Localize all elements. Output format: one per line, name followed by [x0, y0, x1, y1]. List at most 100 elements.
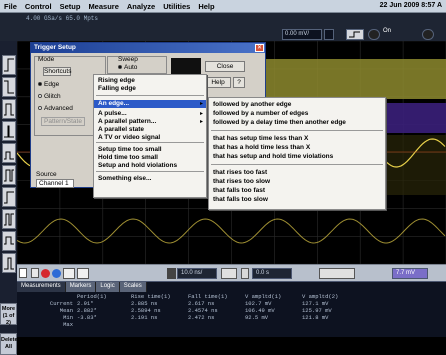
measurement-cell: 121.8 mV: [302, 314, 329, 321]
sidebar-button-rising[interactable]: [2, 55, 16, 75]
whats-this-button[interactable]: ?: [233, 77, 245, 88]
close-button[interactable]: Close: [205, 61, 245, 72]
trigger-menu-item[interactable]: Falling edge: [94, 85, 206, 93]
source-label: Source: [36, 171, 57, 178]
menu-help[interactable]: Help: [198, 2, 214, 11]
trigger-menu-item[interactable]: Something else...: [94, 175, 206, 183]
trigger-menu-item[interactable]: A parallel pattern...: [94, 118, 206, 126]
source-select[interactable]: Channel 1: [36, 179, 74, 188]
sidebar-button-window[interactable]: [2, 231, 16, 251]
mode-advanced-radio[interactable]: Advanced: [38, 105, 73, 112]
sweep-group: Sweep Auto: [107, 56, 167, 74]
edge-submenu-item[interactable]: followed by another edge: [209, 101, 385, 109]
reference-value-field[interactable]: 7.7 mV: [392, 268, 428, 279]
measurement-cell: Min: [63, 314, 73, 321]
menu-bar: File Control Setup Measure Analyze Utili…: [0, 0, 446, 13]
menu-utilities[interactable]: Utilities: [163, 2, 190, 11]
trigger-menu-item[interactable]: Rising edge: [94, 77, 206, 85]
window-icon: [4, 236, 14, 245]
scale-field[interactable]: 0.00 mV/: [282, 29, 322, 40]
edge-submenu-item[interactable]: that has a hold time less than X: [209, 144, 385, 152]
delete-all-button[interactable]: Delete All: [0, 333, 18, 355]
shortcuts-button[interactable]: Shortcuts: [43, 67, 71, 76]
edge-submenu-item[interactable]: that rises too fast: [209, 169, 385, 177]
trigger-level-knob[interactable]: [368, 29, 380, 40]
edge-submenu-item[interactable]: that has setup time less than X: [209, 135, 385, 143]
edge-submenu-item[interactable]: that rises too slow: [209, 178, 385, 186]
sidebar-button-pulse[interactable]: [2, 99, 16, 119]
radio-dot-icon: [38, 94, 42, 99]
trigger-menu-item[interactable]: Setup and hold violations: [94, 162, 206, 170]
trigger-menu-item[interactable]: A parallel state: [94, 126, 206, 134]
sidebar-button-timeout[interactable]: [2, 187, 16, 207]
navigation-stepper[interactable]: [319, 268, 355, 279]
measurement-row: Max: [37, 321, 359, 328]
timeout-icon: [4, 191, 14, 204]
measurement-cell: [131, 321, 188, 328]
sidebar-button-falling[interactable]: [2, 77, 16, 97]
sidebar-button-pattern[interactable]: [2, 209, 16, 229]
channel2-waveform: [17, 218, 446, 244]
sweep-auto-radio[interactable]: Auto: [118, 64, 137, 71]
sweep-label: Sweep: [118, 56, 138, 63]
edge-submenu-item[interactable]: that has setup and hold time violations: [209, 153, 385, 161]
measurement-cell: 102.7 mV: [245, 300, 272, 307]
mode-edge-radio[interactable]: Edge: [38, 81, 59, 88]
channel-dot-icon[interactable]: [52, 269, 61, 278]
mode-edge-label: Edge: [44, 81, 60, 88]
measurement-cell: [37, 293, 77, 300]
tab-logic[interactable]: Logic: [96, 282, 120, 292]
measurement-cell: 2.91*: [77, 300, 94, 307]
glitch-icon: [4, 125, 14, 138]
measurement-cell: V ampltd(2): [302, 293, 339, 300]
edge-submenu-item[interactable]: followed by a delay time then another ed…: [209, 119, 385, 127]
autoscale-icon[interactable]: [63, 268, 75, 279]
measurement-cell: 2.882*: [77, 307, 97, 314]
menu-measure[interactable]: Measure: [88, 2, 118, 11]
measurement-cell: 2.5894 ns: [131, 307, 161, 314]
sidebar-button-runt[interactable]: [2, 143, 16, 163]
tab-measurements[interactable]: Measurements: [17, 282, 66, 292]
record-icon[interactable]: [41, 269, 50, 278]
horizontal-scale-field[interactable]: 10.0 ns/: [177, 268, 217, 279]
menu-file[interactable]: File: [4, 2, 17, 11]
trigger-menu-item[interactable]: A pulse...: [94, 110, 206, 118]
measurement-cell: [245, 321, 302, 328]
trigger-icon-button[interactable]: [346, 29, 364, 40]
sidebar-button-glitch[interactable]: [2, 121, 16, 141]
measurement-row: Period(1) Rise time(1) Fall time(1) V amplt…: [37, 293, 359, 300]
run-stop-knob[interactable]: [422, 29, 434, 40]
measurement-cell: 2.472 ns: [188, 314, 215, 321]
measurement-row: Min -3.83* 2.191 ns 2.472 ns 92.5 mV 121.8 mV: [37, 314, 359, 321]
horizontal-stepper[interactable]: [221, 268, 237, 279]
edge-submenu-item[interactable]: that falls too fast: [209, 187, 385, 195]
menu-separator: [96, 95, 204, 96]
zoom-button[interactable]: [31, 268, 39, 278]
dialog-title: Trigger Setup: [31, 43, 265, 53]
edge-submenu-item[interactable]: that falls too slow: [209, 196, 385, 204]
dialog-close-button[interactable]: ✕: [255, 44, 264, 52]
more-button[interactable]: More (1 of 2): [0, 303, 17, 326]
sidebar-button-state[interactable]: [2, 253, 16, 273]
scale-readout: 0.00 mV/: [285, 31, 310, 37]
help-button[interactable]: Help: [205, 77, 231, 88]
tab-markers[interactable]: Markers: [65, 282, 97, 292]
trigger-menu-item[interactable]: Setup time too small: [94, 146, 206, 154]
menu-analyze[interactable]: Analyze: [127, 2, 155, 11]
submenu-arrow-icon: ▸: [199, 111, 203, 117]
measurement-cell: 2.885 ns: [131, 300, 158, 307]
trigger-menu-item[interactable]: Hold time too small: [94, 154, 206, 162]
t-marker-button[interactable]: [19, 268, 27, 278]
measurement-cell: Max: [63, 321, 73, 328]
menu-setup[interactable]: Setup: [60, 2, 81, 11]
edge-submenu-item[interactable]: followed by a number of edges: [209, 110, 385, 118]
menu-control[interactable]: Control: [25, 2, 52, 11]
trigger-menu-item[interactable]: A TV or video signal: [94, 134, 206, 142]
trigger-menu-item[interactable]: An edge...: [94, 100, 206, 108]
tab-scales[interactable]: Scales: [119, 282, 147, 292]
sidebar-button-edge-edge[interactable]: [2, 165, 16, 185]
scroll-icon[interactable]: [77, 268, 89, 279]
delay-field[interactable]: 0.0 s: [252, 268, 292, 279]
mode-glitch-radio[interactable]: Glitch: [38, 93, 61, 100]
scale-stepper[interactable]: [324, 29, 334, 40]
